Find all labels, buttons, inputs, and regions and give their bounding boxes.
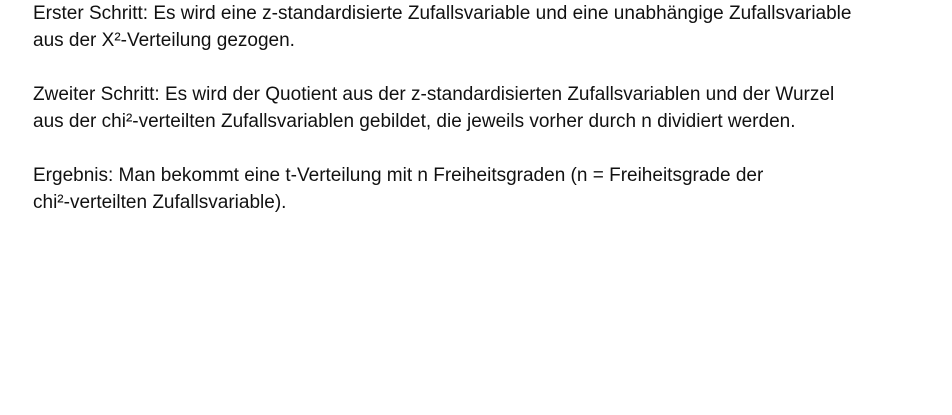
paragraph-result: Ergebnis: Man bekommt eine t-Verteilung … [33, 162, 949, 216]
text-line: aus der chi²-verteilten Zufallsvariablen… [33, 111, 796, 132]
text-line: aus der X²-Verteilung gezogen. [33, 30, 295, 51]
text-line: Ergebnis: Man bekommt eine t-Verteilung … [33, 165, 764, 186]
text-line: chi²-verteilten Zufallsvariable). [33, 192, 287, 213]
text-line: Zweiter Schritt: Es wird der Quotient au… [33, 84, 835, 105]
paragraph-second-step: Zweiter Schritt: Es wird der Quotient au… [33, 81, 949, 135]
text-line: Erster Schritt: Es wird eine z-standardi… [33, 3, 852, 24]
document-body: Erster Schritt: Es wird eine z-standardi… [33, 0, 949, 216]
paragraph-first-step: Erster Schritt: Es wird eine z-standardi… [33, 0, 949, 54]
